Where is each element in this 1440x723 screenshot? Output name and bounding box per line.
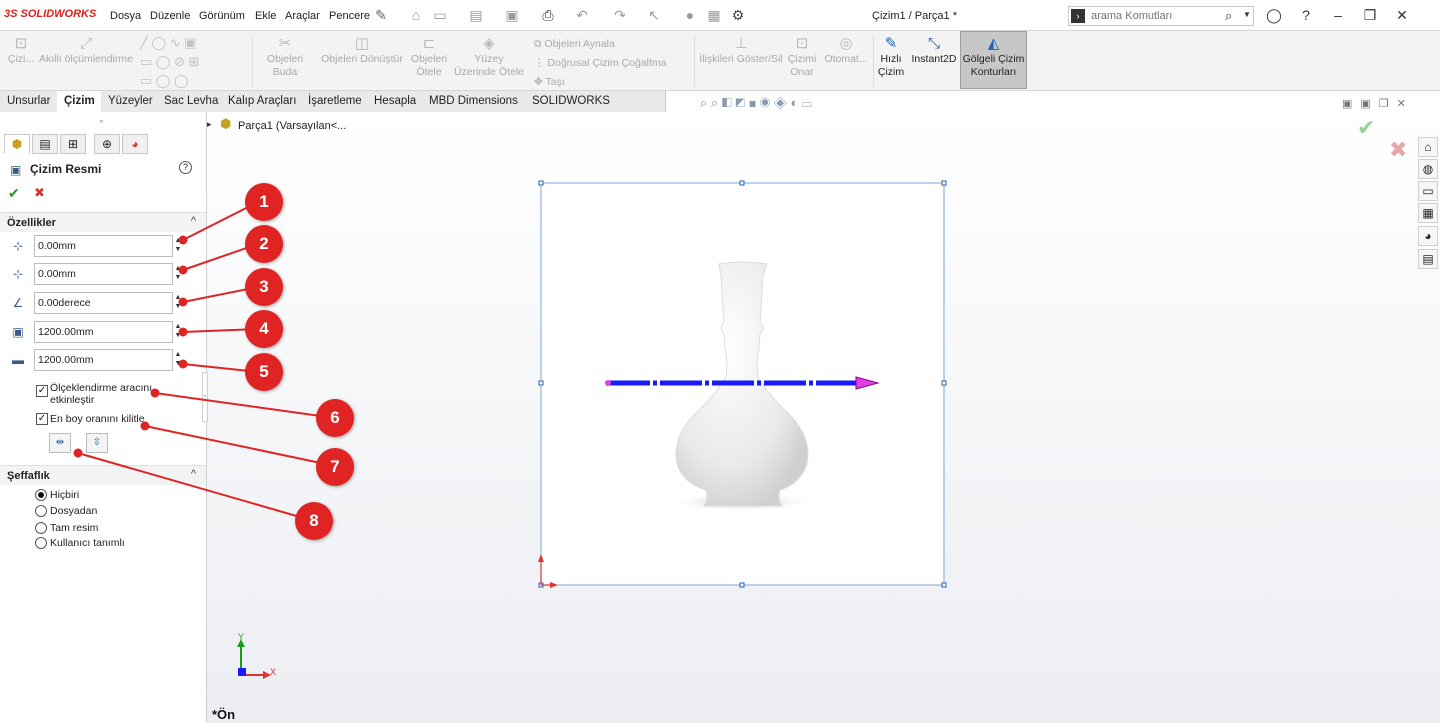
- callout-8: 8: [295, 502, 333, 540]
- callout-7: 7: [316, 448, 354, 486]
- callout-2: 2: [245, 225, 283, 263]
- callout-6: 6: [316, 399, 354, 437]
- callout-leaders: [73, 201, 336, 522]
- callout-1: 1: [245, 183, 283, 221]
- callout-3: 3: [245, 268, 283, 306]
- callout-4: 4: [245, 310, 283, 348]
- callout-5: 5: [245, 353, 283, 391]
